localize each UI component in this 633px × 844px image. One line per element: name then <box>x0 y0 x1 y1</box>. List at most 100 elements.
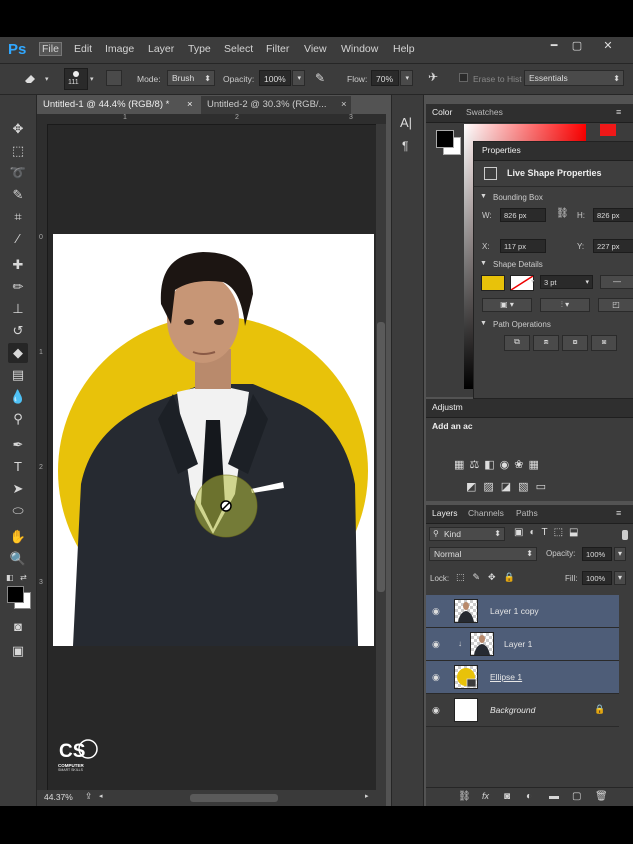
exclude-shape-icon[interactable]: ⧆ <box>591 335 617 351</box>
tab-color[interactable]: Color <box>428 107 456 117</box>
opacity-input[interactable]: 100% <box>259 70 291 86</box>
menu-edit[interactable]: Edit <box>74 43 92 55</box>
flow-slider-toggle[interactable] <box>400 70 413 86</box>
layer-name[interactable]: Ellipse 1 <box>490 672 522 682</box>
trash-icon[interactable]: 🗑 <box>595 791 608 802</box>
menu-type[interactable]: Type <box>188 43 211 55</box>
close-window-button[interactable]: ✕ <box>598 39 618 53</box>
minimize-button[interactable]: ━ <box>544 39 564 53</box>
swap-colors-icon[interactable]: ⇄ <box>20 573 27 582</box>
menu-filter[interactable]: Filter <box>266 43 289 55</box>
type-tool-icon[interactable]: T <box>8 457 28 477</box>
dodge-tool-icon[interactable]: ⚲ <box>8 409 28 429</box>
tab-close-icon[interactable]: × <box>187 96 193 114</box>
pressure-opacity-icon[interactable]: ✎ <box>315 71 325 85</box>
layer-row-layer-1[interactable]: ◉ ↓ Layer 1 <box>426 628 619 661</box>
subtract-shape-icon[interactable]: ⧈ <box>533 335 559 351</box>
filter-toggle-icon[interactable] <box>622 530 628 540</box>
screen-mode-icon[interactable]: ▣ <box>8 641 28 661</box>
new-layer-icon[interactable]: ▢ <box>572 791 581 802</box>
brush-preset-picker[interactable]: 111 <box>64 68 88 90</box>
fx-icon[interactable]: fx <box>482 791 489 801</box>
stroke-align-select[interactable]: ▣ ▾ <box>482 298 532 312</box>
path-selection-tool-icon[interactable]: ➤ <box>8 479 28 499</box>
opacity-slider-toggle[interactable] <box>292 70 305 86</box>
visibility-eye-icon[interactable]: ◉ <box>432 606 440 617</box>
paragraph-panel-icon[interactable]: ¶ <box>402 139 408 153</box>
tab-untitled-2[interactable]: Untitled-2 @ 30.3% (RGB/... × <box>201 96 351 114</box>
scroll-left-icon[interactable]: ◂ <box>99 792 103 800</box>
section-toggle-icon[interactable]: ▼ <box>480 320 487 327</box>
maximize-button[interactable]: ▢ <box>567 39 587 53</box>
menu-help[interactable]: Help <box>393 43 415 55</box>
layer-row-background[interactable]: ◉ Background 🔒 <box>426 694 619 727</box>
healing-brush-tool-icon[interactable]: ✚ <box>8 255 28 275</box>
tool-preset-caret-icon[interactable]: ▾ <box>45 75 49 83</box>
brush-size-caret-icon[interactable]: ▾ <box>90 75 94 83</box>
panel-menu-icon[interactable]: ≡ <box>616 508 621 518</box>
eraser-tool-icon[interactable] <box>22 70 38 86</box>
layer-name[interactable]: Layer 1 <box>504 639 532 649</box>
blend-mode-select[interactable]: Normal <box>429 547 537 561</box>
tab-layers[interactable]: Layers <box>428 508 462 518</box>
fill-input[interactable]: 100% <box>582 571 612 585</box>
vertical-scroll-thumb[interactable] <box>377 322 385 592</box>
marquee-tool-icon[interactable]: ⬚ <box>8 141 28 161</box>
x-input[interactable]: 117 px <box>500 239 546 253</box>
pen-tool-icon[interactable]: ✒ <box>8 435 28 455</box>
foreground-color-swatch[interactable] <box>7 586 24 603</box>
menu-layer[interactable]: Layer <box>148 43 174 55</box>
hue-swatch[interactable] <box>600 124 616 136</box>
clone-stamp-tool-icon[interactable]: ⊥ <box>8 299 28 319</box>
erase-to-history-checkbox[interactable] <box>459 73 468 82</box>
section-toggle-icon[interactable]: ▼ <box>480 260 487 267</box>
adjustment-icons-row2[interactable]: ◩▨◪▧▭ <box>466 480 553 493</box>
color-fg-swatch[interactable] <box>436 130 454 148</box>
stroke-caret-icon[interactable]: ▾ <box>531 278 534 285</box>
tab-adjustments[interactable]: Adjustm <box>428 402 467 412</box>
lasso-tool-icon[interactable]: ➰ <box>8 163 28 183</box>
visibility-eye-icon[interactable]: ◉ <box>432 672 440 683</box>
crop-tool-icon[interactable]: ⌗ <box>8 207 28 227</box>
menu-window[interactable]: Window <box>341 43 378 55</box>
zoom-tool-icon[interactable]: 🔍 <box>8 549 28 569</box>
tab-swatches[interactable]: Swatches <box>462 107 507 117</box>
panel-menu-icon[interactable]: ≡ <box>616 107 621 117</box>
eraser-tool-icon[interactable]: ◆ <box>8 343 28 363</box>
eyedropper-tool-icon[interactable]: ⁄ <box>8 229 28 249</box>
horizontal-scroll-thumb[interactable] <box>190 794 278 802</box>
visibility-eye-icon[interactable]: ◉ <box>432 705 440 716</box>
add-mask-icon[interactable]: ◙ <box>504 791 510 802</box>
scroll-right-icon[interactable]: ▸ <box>365 792 369 800</box>
history-brush-tool-icon[interactable]: ↺ <box>8 321 28 341</box>
y-input[interactable]: 227 px <box>593 239 633 253</box>
workspace-select[interactable]: Essentials <box>524 70 624 86</box>
menu-image[interactable]: Image <box>105 43 134 55</box>
tab-channels[interactable]: Channels <box>464 508 508 518</box>
layer-opacity-input[interactable]: 100% <box>582 547 612 561</box>
stroke-width-input[interactable]: 3 pt <box>540 275 593 289</box>
blur-tool-icon[interactable]: 💧 <box>8 387 28 407</box>
layer-row-ellipse-1[interactable]: ◉ Ellipse 1 <box>426 661 619 694</box>
flow-input[interactable]: 70% <box>371 70 399 86</box>
layer-name[interactable]: Background <box>490 705 535 715</box>
share-icon[interactable]: ⇪ <box>85 791 93 802</box>
tab-paths[interactable]: Paths <box>512 508 542 518</box>
layer-name[interactable]: Layer 1 copy <box>490 606 539 616</box>
fill-color-swatch[interactable] <box>481 275 505 291</box>
gradient-tool-icon[interactable]: ▤ <box>8 365 28 385</box>
airbrush-icon[interactable]: ✈ <box>428 70 438 84</box>
tab-close-icon[interactable]: × <box>341 96 347 114</box>
mode-select[interactable]: Brush <box>167 70 215 86</box>
quick-select-tool-icon[interactable]: ✎ <box>8 185 28 205</box>
document-canvas[interactable] <box>53 234 374 646</box>
height-input[interactable]: 826 px <box>593 208 633 222</box>
adjustment-icons-row1[interactable]: ▦⚖◧◉❀▦ <box>454 458 544 471</box>
menu-select[interactable]: Select <box>224 43 253 55</box>
adjustment-layer-icon[interactable]: ◐ <box>526 791 532 802</box>
visibility-eye-icon[interactable]: ◉ <box>432 639 440 650</box>
hand-tool-icon[interactable]: ✋ <box>8 527 28 547</box>
tab-properties[interactable]: Properties <box>478 145 525 155</box>
character-panel-icon[interactable]: A| <box>400 115 412 130</box>
lock-options-icons[interactable]: ⬚✎✥🔒 <box>456 572 523 583</box>
